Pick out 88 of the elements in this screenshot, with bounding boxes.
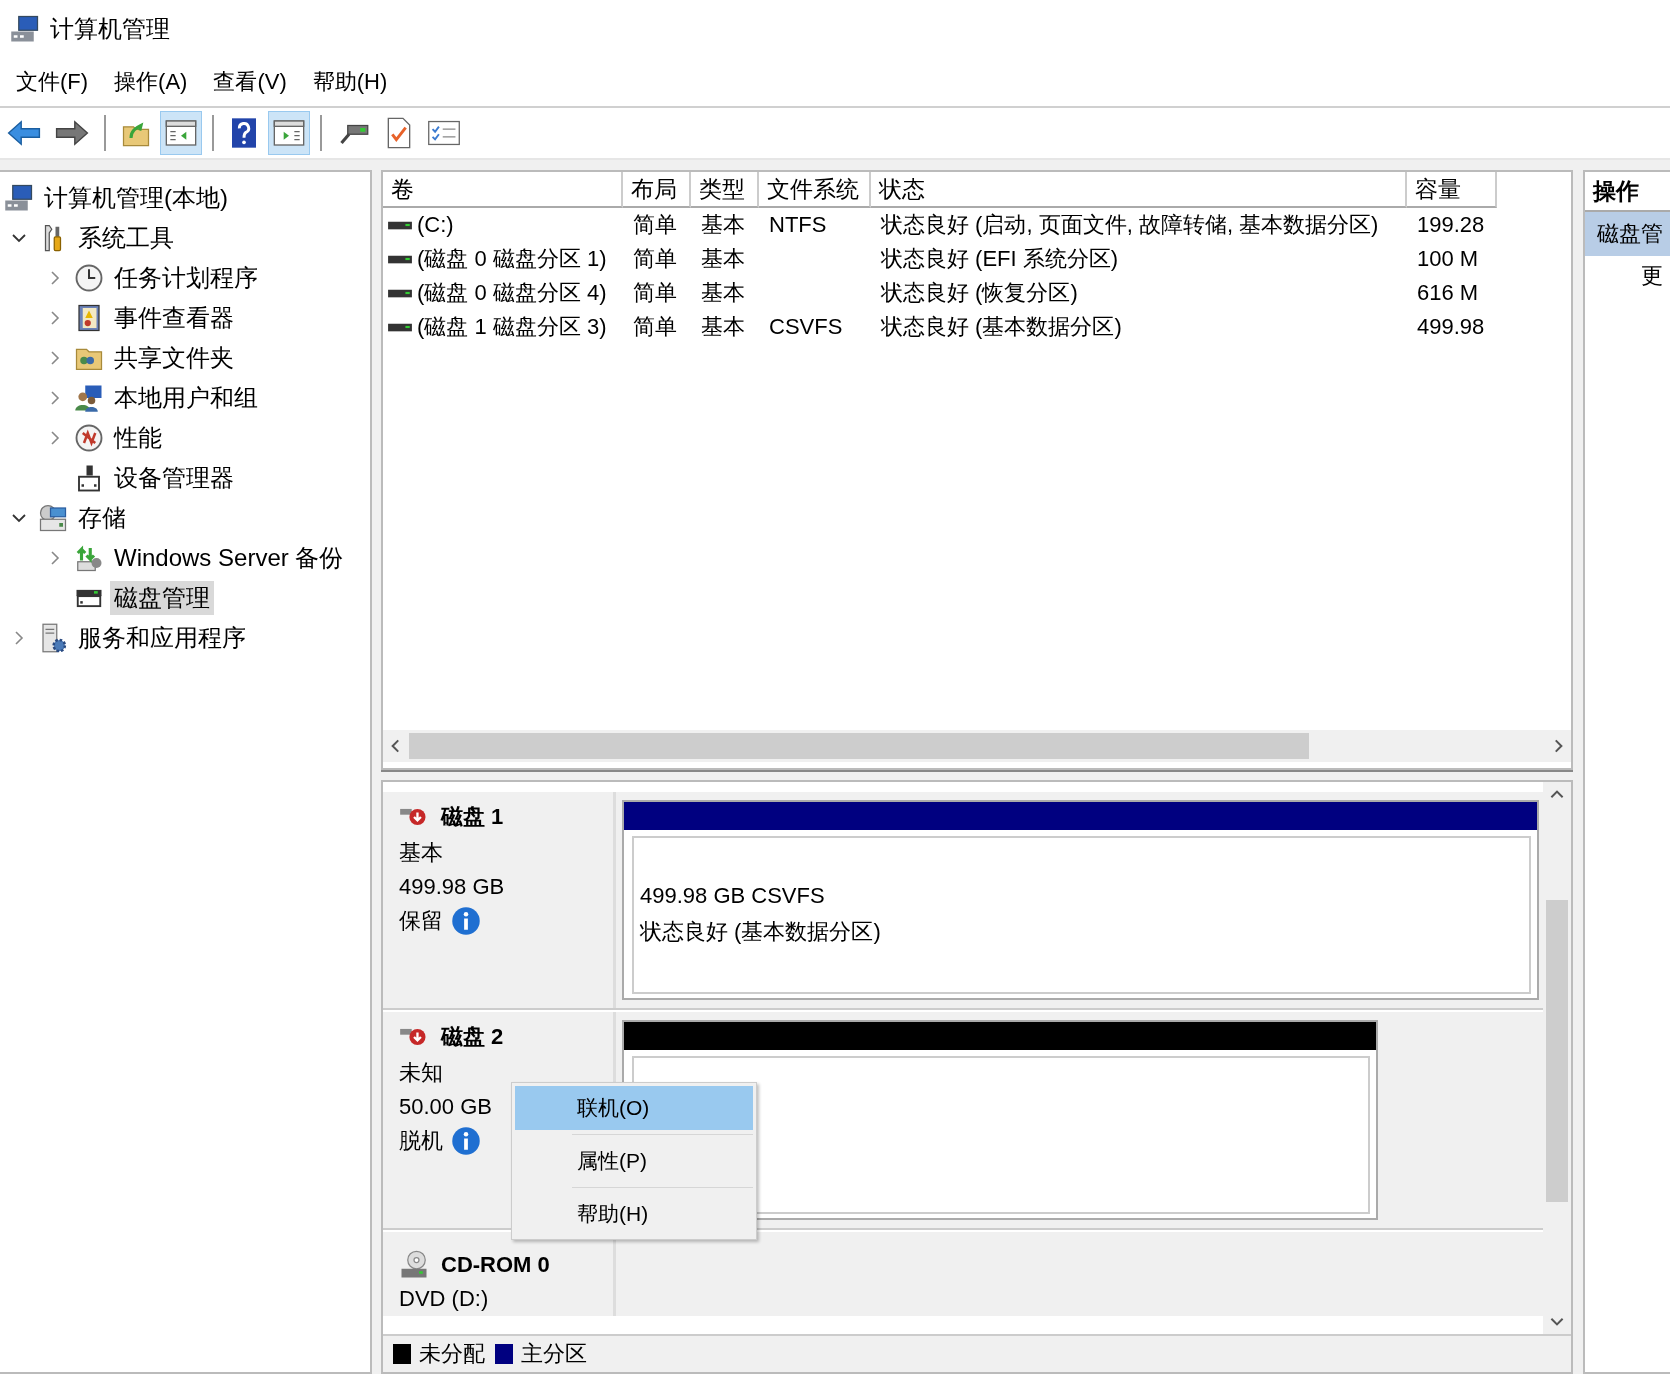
disk-name: 磁盘 2 [441,1023,504,1051]
menu-item[interactable]: 属性(P) [515,1139,753,1183]
gauge-icon [74,423,104,453]
info-icon [451,1126,481,1156]
horizontal-scrollbar[interactable] [383,730,1571,762]
column-header[interactable]: 容量 [1407,172,1497,208]
menu-item[interactable]: 文件(F) [6,63,99,101]
column-header[interactable]: 类型 [691,172,759,208]
disk-name: 磁盘 1 [441,803,504,831]
tree-item[interactable]: 事件查看器 [110,301,238,335]
action-group-header[interactable]: 磁盘管 [1585,212,1670,256]
storage-icon [38,503,68,533]
partition-size: 499.98 GB CSVFS [640,883,826,909]
tree-toggle-button[interactable] [160,111,202,155]
tree-item[interactable]: 本地用户和组 [110,381,262,415]
action-link[interactable]: 更 [1585,256,1670,296]
action-pane-button[interactable] [268,111,310,155]
pane-title: 操作 [1593,176,1639,206]
drive-icon [74,588,104,608]
tree-item[interactable]: 磁盘管理 [110,581,214,615]
tree-item[interactable]: 任务计划程序 [110,261,262,295]
table-cell-text: 状态良好 (EFI 系统分区) [881,245,1119,273]
computer-icon [10,14,40,44]
table-cell-text: (磁盘 0 磁盘分区 1) [417,245,607,273]
vertical-scrollbar[interactable] [1543,782,1571,1334]
menu-item[interactable]: 帮助(H) [302,63,398,101]
tree-item[interactable]: 设备管理器 [110,461,238,495]
clock-icon [74,263,104,293]
table-cell: 616 M [1417,280,1479,306]
partition-status: 状态良好 (基本数据分区) [640,918,882,946]
column-header[interactable]: 状态 [871,172,1407,208]
table-cell: CSVFS [769,314,843,340]
column-header[interactable]: 文件系统 [759,172,871,208]
table-cell: 199.28 [1417,212,1485,238]
legend-label: 主分区 [521,1340,587,1368]
menu-item[interactable]: 查看(V) [203,63,297,101]
disk-name: CD-ROM 0 [441,1252,550,1278]
arrow-right-icon [55,119,89,147]
table-cell-text: 简单 [633,245,677,273]
disk-size: 50.00 GB [399,1094,492,1120]
checklist-icon [385,117,413,149]
column-header[interactable]: 布局 [623,172,691,208]
table-cell-text: 状态良好 (基本数据分区) [881,313,1122,341]
table-cell-text: 基本 [701,211,745,239]
menu-item[interactable]: 帮助(H) [515,1192,753,1236]
tree-item[interactable]: 共享文件夹 [110,341,238,375]
legend-label: 未分配 [419,1340,485,1368]
table-cell: 100 M [1417,246,1479,272]
window-title: 计算机管理 [50,14,170,44]
panel-icon [273,118,305,148]
table-cell: (C:) [417,212,454,238]
table-cell-text: 基本 [701,245,745,273]
menu-item[interactable]: 操作(A) [104,63,198,101]
panel-icon [165,118,197,148]
tree-item[interactable]: 服务和应用程序 [74,621,250,655]
disk-status: 脱机 [399,1127,443,1155]
table-cell-text: 基本 [701,313,745,341]
partition[interactable]: 499.98 GB CSVFS 状态良好 (基本数据分区) [622,800,1539,1000]
disk-size: 499.98 GB [399,874,505,900]
table-cell-text: 状态良好 (恢复分区) [881,279,1078,307]
table-cell: NTFS [769,212,827,238]
computer-icon [4,183,34,213]
table-cell-text: 状态良好 (启动, 页面文件, 故障转储, 基本数据分区) [881,211,1379,239]
table-cell-text: 简单 [633,313,677,341]
table-cell-text: 基本 [701,279,745,307]
optical-drive-icon [399,1250,429,1280]
table-cell-text: (磁盘 0 磁盘分区 4) [417,279,607,307]
tree-item[interactable]: Windows Server 备份 [110,541,348,575]
table-cell-text: (磁盘 1 磁盘分区 3) [417,313,607,341]
column-header[interactable]: 卷 [383,172,623,208]
list-icon [427,119,461,147]
tree-item[interactable]: 系统工具 [74,221,178,255]
tree-item[interactable]: 性能 [110,421,166,455]
users-icon [74,383,104,413]
help-icon [229,117,259,149]
disk-type: DVD (D:) [399,1286,489,1312]
arrow-left-icon [7,119,41,147]
table-cell-text: 简单 [633,279,677,307]
disk-type: 基本 [399,839,443,867]
menu-item[interactable]: 联机(O) [515,1086,753,1130]
info-icon [451,906,481,936]
disk-type: 未知 [399,1059,443,1087]
tree-item[interactable]: 计算机管理(本地) [40,181,232,215]
tree-item[interactable]: 存储 [74,501,130,535]
arrows-icon [74,543,104,573]
disk-status: 保留 [399,907,443,935]
table-cell-text: 简单 [633,211,677,239]
table-cell: 499.98 [1417,314,1485,340]
